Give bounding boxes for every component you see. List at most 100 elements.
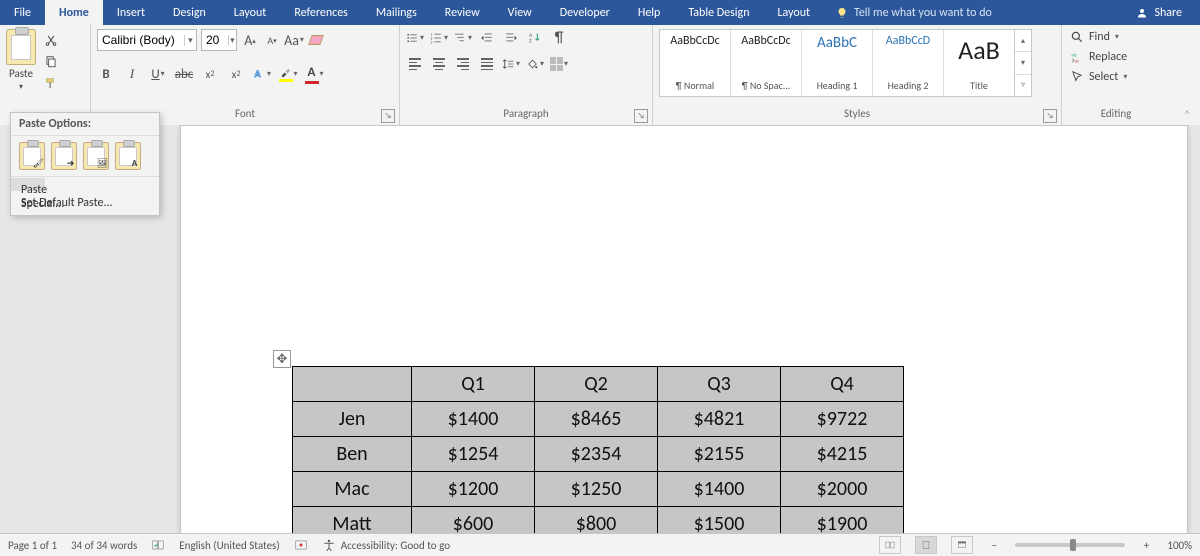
paste-special-item[interactable]: Paste Special... bbox=[11, 178, 45, 191]
select-button[interactable]: Select▾ bbox=[1068, 69, 1129, 85]
bullets-button[interactable]: ▾ bbox=[406, 29, 424, 47]
view-print-button[interactable] bbox=[915, 536, 937, 554]
view-web-button[interactable] bbox=[951, 536, 973, 554]
view-read-button[interactable] bbox=[879, 536, 901, 554]
table-cell[interactable]: $1500 bbox=[658, 507, 781, 535]
table-cell[interactable]: $8465 bbox=[535, 402, 658, 437]
table-cell[interactable]: $2000 bbox=[781, 472, 904, 507]
styles-expand[interactable]: ▿ bbox=[1015, 75, 1031, 96]
table-cell[interactable]: Ben bbox=[293, 437, 412, 472]
chevron-down-icon[interactable]: ▾ bbox=[228, 35, 236, 46]
status-accessibility[interactable]: Accessibility: Good to go bbox=[322, 538, 450, 552]
justify-button[interactable] bbox=[478, 55, 496, 73]
align-center-button[interactable] bbox=[430, 55, 448, 73]
replace-button[interactable]: abac Replace bbox=[1068, 49, 1129, 65]
table-cell[interactable]: Matt bbox=[293, 507, 412, 535]
table-cell[interactable]: $600 bbox=[412, 507, 535, 535]
subscript-button[interactable]: x2 bbox=[201, 65, 219, 83]
font-name-input[interactable] bbox=[98, 33, 184, 47]
table-cell[interactable]: $1400 bbox=[412, 402, 535, 437]
table-cell[interactable]: $1400 bbox=[658, 472, 781, 507]
table-row[interactable]: Jen$1400$8465$4821$9722 bbox=[293, 402, 904, 437]
paste-button[interactable]: Paste ▾ bbox=[6, 29, 36, 92]
format-painter-button[interactable] bbox=[42, 75, 60, 93]
tab-file[interactable]: File bbox=[0, 0, 45, 25]
table-header-cell[interactable]: Q2 bbox=[535, 367, 658, 402]
status-word-count[interactable]: 34 of 34 words bbox=[71, 539, 137, 552]
tell-me-search[interactable]: Tell me what you want to do bbox=[824, 0, 1004, 25]
table-header-cell[interactable]: Q3 bbox=[658, 367, 781, 402]
paste-keep-source-button[interactable]: 🖌 bbox=[19, 142, 45, 170]
show-marks-button[interactable]: ¶ bbox=[550, 29, 568, 47]
table-move-handle[interactable]: ✥ bbox=[273, 350, 291, 368]
paste-dropdown-icon[interactable]: ▾ bbox=[19, 82, 23, 92]
table-cell[interactable]: $1200 bbox=[412, 472, 535, 507]
tab-review[interactable]: Review bbox=[431, 0, 494, 25]
font-size-combo[interactable]: ▾ bbox=[201, 29, 237, 51]
style-heading1[interactable]: AaBbCHeading 1 bbox=[802, 30, 873, 96]
strikethrough-button[interactable]: abc bbox=[175, 65, 193, 83]
tab-home[interactable]: Home bbox=[45, 0, 103, 25]
tab-table-design[interactable]: Table Design bbox=[674, 0, 763, 25]
table-row[interactable]: Mac$1200$1250$1400$2000 bbox=[293, 472, 904, 507]
style-title[interactable]: AaBTitle bbox=[944, 30, 1014, 96]
table-header-cell[interactable]: Q4 bbox=[781, 367, 904, 402]
style-no-spacing[interactable]: AaBbCcDc¶ No Spac... bbox=[731, 30, 802, 96]
copy-button[interactable] bbox=[42, 53, 60, 71]
decrease-indent-button[interactable] bbox=[478, 29, 496, 47]
paste-text-only-button[interactable]: A bbox=[115, 142, 141, 170]
superscript-button[interactable]: x2 bbox=[227, 65, 245, 83]
document-table[interactable]: Q1 Q2 Q3 Q4 Jen$1400$8465$4821$9722 Ben$… bbox=[292, 366, 904, 534]
font-size-input[interactable] bbox=[202, 33, 228, 47]
table-header-row[interactable]: Q1 Q2 Q3 Q4 bbox=[293, 367, 904, 402]
table-header-cell[interactable]: Q1 bbox=[412, 367, 535, 402]
numbering-button[interactable]: 123▾ bbox=[430, 29, 448, 47]
table-cell[interactable]: $2354 bbox=[535, 437, 658, 472]
table-row[interactable]: Matt$600$800$1500$1900 bbox=[293, 507, 904, 535]
multilevel-list-button[interactable]: ▾ bbox=[454, 29, 472, 47]
table-header-cell[interactable] bbox=[293, 367, 412, 402]
table-cell[interactable]: $9722 bbox=[781, 402, 904, 437]
status-macro[interactable] bbox=[294, 538, 308, 552]
font-color-button[interactable]: A ▾ bbox=[305, 65, 323, 83]
highlight-button[interactable]: ▾ bbox=[279, 65, 297, 83]
table-cell[interactable]: $4215 bbox=[781, 437, 904, 472]
tab-developer[interactable]: Developer bbox=[546, 0, 624, 25]
zoom-thumb[interactable] bbox=[1070, 539, 1076, 551]
status-spellcheck[interactable] bbox=[151, 538, 165, 552]
zoom-in-button[interactable]: + bbox=[1139, 539, 1153, 552]
sort-button[interactable]: AZ bbox=[526, 29, 544, 47]
line-spacing-button[interactable]: ▾ bbox=[502, 55, 520, 73]
table-cell[interactable]: $1250 bbox=[535, 472, 658, 507]
tab-view[interactable]: View bbox=[494, 0, 546, 25]
tab-references[interactable]: References bbox=[280, 0, 362, 25]
tab-layout[interactable]: Layout bbox=[220, 0, 281, 25]
table-row[interactable]: Ben$1254$2354$2155$4215 bbox=[293, 437, 904, 472]
status-language[interactable]: English (United States) bbox=[179, 539, 279, 552]
paste-picture-button[interactable]: 🖼 bbox=[83, 142, 109, 170]
table-cell[interactable]: $1254 bbox=[412, 437, 535, 472]
paragraph-dialog-launcher[interactable]: ↘ bbox=[634, 109, 648, 123]
table-cell[interactable]: Mac bbox=[293, 472, 412, 507]
change-case-button[interactable]: Aa▾ bbox=[285, 31, 303, 49]
font-dialog-launcher[interactable]: ↘ bbox=[381, 109, 395, 123]
underline-button[interactable]: U▾ bbox=[149, 65, 167, 83]
increase-indent-button[interactable] bbox=[502, 29, 520, 47]
table-cell[interactable]: $1900 bbox=[781, 507, 904, 535]
table-cell[interactable]: $2155 bbox=[658, 437, 781, 472]
status-page[interactable]: Page 1 of 1 bbox=[8, 539, 57, 552]
align-left-button[interactable] bbox=[406, 55, 424, 73]
shading-button[interactable]: ▾ bbox=[526, 55, 544, 73]
share-button[interactable]: Share bbox=[1118, 0, 1200, 25]
chevron-down-icon[interactable]: ▾ bbox=[184, 35, 196, 46]
styles-scroll-down[interactable]: ▾ bbox=[1015, 52, 1031, 74]
grow-font-button[interactable]: A▴ bbox=[241, 31, 259, 49]
collapse-ribbon-button[interactable]: ˄ bbox=[1184, 108, 1190, 121]
tab-table-layout[interactable]: Layout bbox=[764, 0, 825, 25]
zoom-level[interactable]: 100% bbox=[1167, 539, 1192, 552]
italic-button[interactable]: I bbox=[123, 65, 141, 83]
table-cell[interactable]: $4821 bbox=[658, 402, 781, 437]
style-heading2[interactable]: AaBbCcDHeading 2 bbox=[873, 30, 944, 96]
font-name-combo[interactable]: ▾ bbox=[97, 29, 197, 51]
clear-formatting-button[interactable] bbox=[307, 31, 325, 49]
